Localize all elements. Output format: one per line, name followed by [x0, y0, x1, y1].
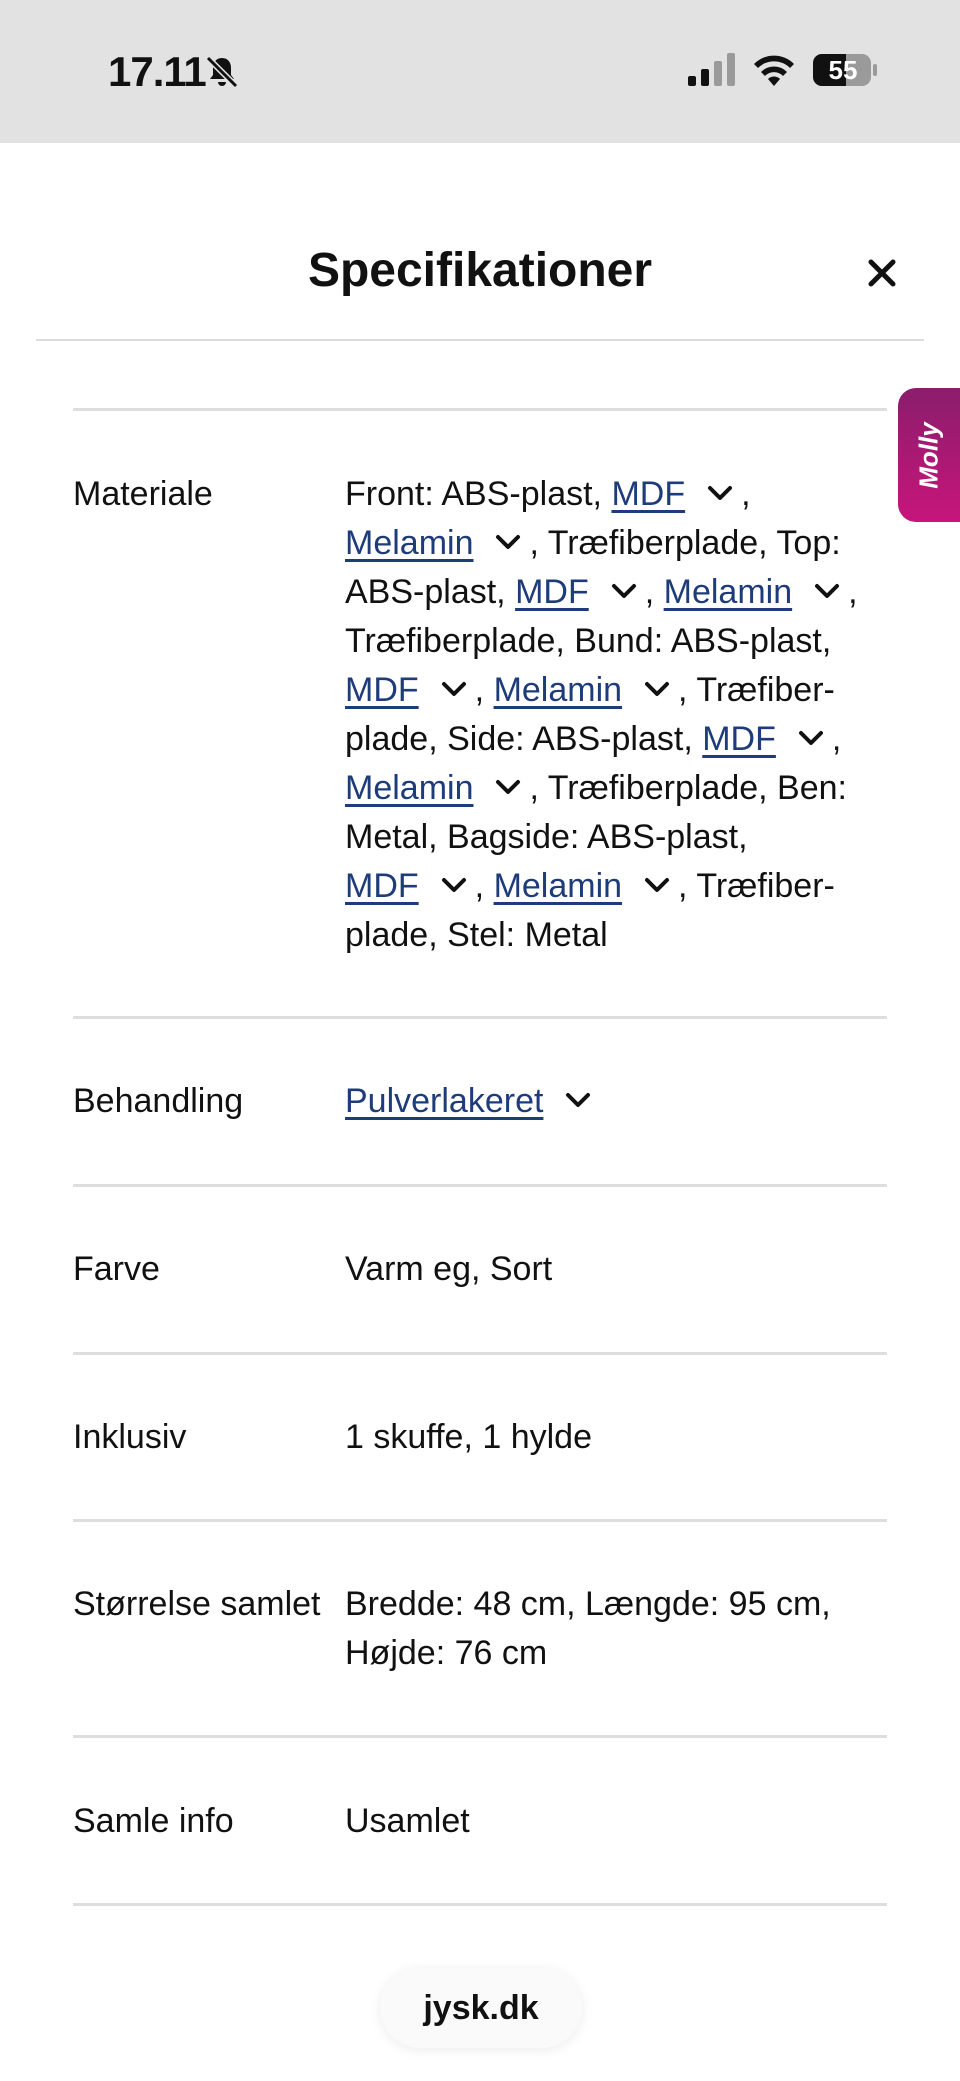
chevron-down-icon[interactable]: [565, 1091, 591, 1109]
chevron-down-icon[interactable]: [644, 876, 670, 894]
melamin-link[interactable]: Melamin: [664, 573, 792, 611]
chevron-down-icon[interactable]: [644, 680, 670, 698]
mdf-link[interactable]: MDF: [702, 720, 776, 758]
chevron-down-icon[interactable]: [495, 533, 521, 551]
chevron-down-icon[interactable]: [441, 876, 467, 894]
browser-url-pill[interactable]: jysk.dk: [380, 1968, 582, 2048]
cellular-signal-icon: [688, 53, 735, 86]
melamin-link[interactable]: Melamin: [494, 867, 622, 905]
status-time: 17.11: [108, 48, 207, 95]
chevron-down-icon[interactable]: [798, 729, 824, 747]
close-icon[interactable]: [862, 253, 902, 293]
row-divider: [73, 1903, 887, 1906]
row-divider: [73, 1016, 887, 1019]
modal-header: Specifikationer: [0, 143, 960, 343]
chevron-down-icon[interactable]: [707, 484, 733, 502]
chevron-down-icon[interactable]: [441, 680, 467, 698]
row-divider: [73, 1184, 887, 1187]
mdf-link[interactable]: MDF: [515, 573, 589, 611]
chevron-down-icon[interactable]: [495, 778, 521, 796]
row-divider: [73, 1519, 887, 1522]
row-divider: [73, 1735, 887, 1738]
modal-title: Specifikationer: [307, 244, 653, 297]
mdf-link[interactable]: MDF: [345, 867, 419, 905]
row-divider: [73, 408, 887, 411]
header-divider: [36, 339, 924, 341]
spec-label-color: Farve: [73, 1250, 160, 1288]
melamin-link[interactable]: Melamin: [345, 769, 473, 807]
silent-bell-icon: [205, 55, 239, 89]
chevron-down-icon[interactable]: [814, 582, 840, 600]
spec-value-size: Bredde: 48 cm, Længde: 95 cm, Højde: 76 …: [345, 1585, 831, 1672]
spec-value-treatment: Pulverlakeret: [345, 1077, 885, 1126]
spec-value-material: Front: ABS-plast, MDF, Melamin, Træfiber…: [345, 475, 858, 954]
spec-label-treatment: Behandling: [73, 1082, 244, 1120]
spec-value-inclusive: 1 skuffe, 1 hylde: [345, 1418, 592, 1456]
molly-chat-tab[interactable]: Molly: [898, 388, 960, 522]
row-divider: [73, 1352, 887, 1355]
spec-label-assembly: Samle info: [73, 1802, 234, 1840]
spec-value-color: Varm eg, Sort: [345, 1250, 553, 1288]
spec-label-material: Materiale: [73, 475, 213, 513]
melamin-link[interactable]: Melamin: [494, 671, 622, 709]
pulverlakeret-link[interactable]: Pulverlakeret: [345, 1082, 543, 1120]
spec-value-assembly: Usamlet: [345, 1802, 470, 1840]
wifi-icon: [754, 55, 794, 86]
spec-label-size: Størrelse samlet: [73, 1585, 321, 1623]
chevron-down-icon[interactable]: [611, 582, 637, 600]
mdf-link[interactable]: MDF: [345, 671, 419, 709]
browser-url: jysk.dk: [423, 1988, 539, 2027]
spec-label-inclusive: Inklusiv: [73, 1418, 187, 1456]
molly-tab-label: Molly: [913, 421, 944, 489]
melamin-link[interactable]: Melamin: [345, 524, 473, 562]
battery-level: 55: [828, 55, 858, 85]
status-bar: 17.11 55: [0, 0, 960, 143]
mdf-link[interactable]: MDF: [611, 475, 685, 513]
